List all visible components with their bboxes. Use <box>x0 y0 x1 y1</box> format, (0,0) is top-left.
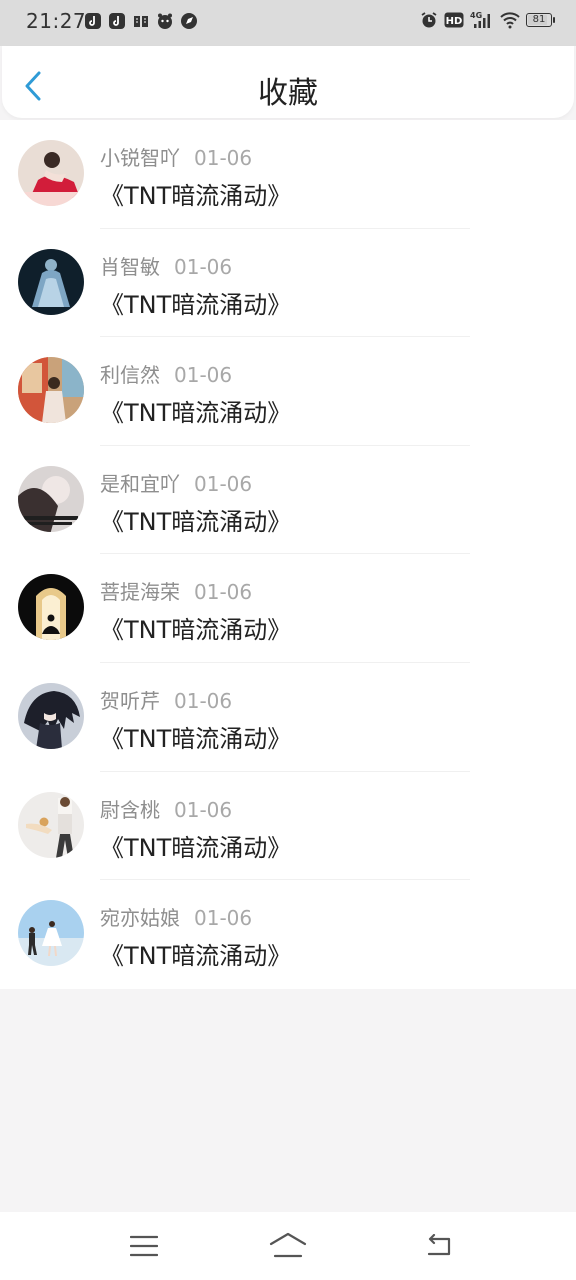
item-date: 01-06 <box>194 146 253 170</box>
avatar[interactable] <box>18 248 84 315</box>
username: 利信然 <box>100 363 160 388</box>
avatar[interactable] <box>18 574 84 641</box>
back-nav-button[interactable] <box>420 1230 460 1262</box>
item-date: 01-06 <box>174 688 233 713</box>
home-button[interactable] <box>268 1230 308 1262</box>
username: 肖智敏 <box>100 254 160 279</box>
svg-text:4G: 4G <box>470 11 482 20</box>
status-bar: 21:27 HD 4G 81 <box>0 0 576 46</box>
username: 菩提海荣 <box>100 580 180 605</box>
page-title: 收藏 <box>258 76 318 111</box>
avatar[interactable] <box>18 357 84 424</box>
header: 收藏 <box>2 46 574 118</box>
item-date: 01-06 <box>194 471 253 496</box>
wifi-icon <box>500 11 520 29</box>
item-meta: 是和宜吖 01-06 <box>100 468 252 497</box>
pet-icon <box>156 12 174 30</box>
battery-icon: 81 <box>526 13 555 27</box>
signal-icon: 4G <box>470 11 494 29</box>
system-icons: HD 4G 81 <box>420 11 555 29</box>
book-title[interactable]: 《TNT暗流涌动》 <box>100 176 291 211</box>
book-title[interactable]: 《TNT暗流涌动》 <box>100 502 291 537</box>
item-meta: 小锐智吖 01-06 <box>100 142 252 171</box>
battery-level: 81 <box>532 14 546 25</box>
list-item[interactable]: 肖智敏 01-06 《TNT暗流涌动》 <box>0 229 576 338</box>
favorites-list: 小锐智吖 01-06 《TNT暗流涌动》 肖智敏 01-06 《TNT暗流涌动》 利… <box>0 120 576 989</box>
compass-icon <box>180 12 198 30</box>
status-time: 21:27 <box>26 9 87 33</box>
book-title[interactable]: 《TNT暗流涌动》 <box>100 936 291 971</box>
item-meta: 尉含桃 01-06 <box>100 794 232 823</box>
item-date: 01-06 <box>194 906 253 931</box>
douyin-icon <box>108 12 126 30</box>
list-item[interactable]: 贺听芹 01-06 《TNT暗流涌动》 <box>0 663 576 772</box>
book-title[interactable]: 《TNT暗流涌动》 <box>100 719 291 754</box>
back-icon <box>427 1234 451 1256</box>
item-meta: 肖智敏 01-06 <box>100 251 232 280</box>
book-title[interactable]: 《TNT暗流涌动》 <box>100 285 291 320</box>
username: 尉含桃 <box>100 797 160 822</box>
book-title[interactable]: 《TNT暗流涌动》 <box>100 610 291 645</box>
list-item[interactable]: 宛亦姑娘 01-06 《TNT暗流涌动》 <box>0 880 576 989</box>
svg-text:HD: HD <box>446 16 463 27</box>
username: 小锐智吖 <box>100 146 180 170</box>
username: 宛亦姑娘 <box>100 906 180 931</box>
avatar[interactable] <box>18 140 84 206</box>
item-meta: 利信然 01-06 <box>100 359 232 388</box>
alarm-icon <box>420 11 438 29</box>
book-title[interactable]: 《TNT暗流涌动》 <box>100 828 291 863</box>
list-item[interactable]: 尉含桃 01-06 《TNT暗流涌动》 <box>0 772 576 881</box>
item-meta: 菩提海荣 01-06 <box>100 576 252 605</box>
navigation-bar <box>0 1212 576 1280</box>
list-item[interactable]: 菩提海荣 01-06 《TNT暗流涌动》 <box>0 554 576 663</box>
avatar[interactable] <box>18 682 84 749</box>
hd-icon: HD <box>444 11 464 29</box>
menu-icon <box>130 1235 158 1257</box>
item-date: 01-06 <box>174 797 233 822</box>
item-meta: 宛亦姑娘 01-06 <box>100 902 252 931</box>
list-item[interactable]: 小锐智吖 01-06 《TNT暗流涌动》 <box>0 120 576 229</box>
username: 贺听芹 <box>100 688 160 713</box>
username: 是和宜吖 <box>100 471 180 496</box>
item-date: 01-06 <box>194 580 253 605</box>
douyin-icon <box>84 12 102 30</box>
list-item[interactable]: 利信然 01-06 《TNT暗流涌动》 <box>0 337 576 446</box>
item-date: 01-06 <box>174 363 233 388</box>
list-item[interactable]: 是和宜吖 01-06 《TNT暗流涌动》 <box>0 446 576 555</box>
avatar[interactable] <box>18 791 84 858</box>
item-date: 01-06 <box>174 254 233 279</box>
avatar[interactable] <box>18 900 84 967</box>
item-meta: 贺听芹 01-06 <box>100 685 232 714</box>
avatar[interactable] <box>18 465 84 532</box>
book-icon <box>132 12 150 30</box>
book-title[interactable]: 《TNT暗流涌动》 <box>100 393 291 428</box>
menu-button[interactable] <box>124 1230 164 1262</box>
notification-icons <box>84 12 198 30</box>
home-icon <box>269 1232 307 1258</box>
